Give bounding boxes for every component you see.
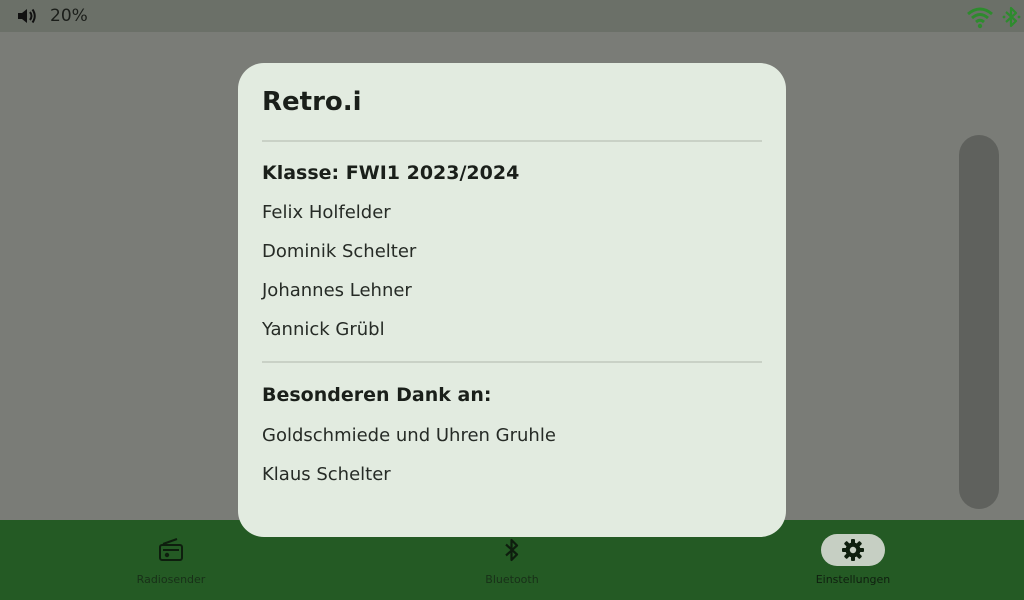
divider [262,361,762,363]
member-name: Johannes Lehner [262,280,412,301]
bluetooth-icon [1002,6,1021,28]
thanks-name: Goldschmiede und Uhren Gruhle [262,425,556,446]
nav-label-bluetooth: Bluetooth [485,573,539,586]
scrollbar[interactable] [959,135,999,509]
thanks-heading: Besonderen Dank an: [262,384,492,406]
about-dialog: Retro.i Klasse: FWI1 2023/2024 Felix Hol… [238,63,786,537]
nav-item-radiosender[interactable]: Radiosender [71,520,271,600]
status-bar: 20% [0,0,1024,32]
app-root: 20% Radiosender Bluetooth Einstellungen … [0,0,1024,600]
bluetooth-icon [505,538,519,562]
divider [262,140,762,142]
thanks-name: Klaus Schelter [262,464,391,485]
nav-item-einstellungen[interactable]: Einstellungen [753,520,953,600]
volume-icon[interactable] [16,6,38,26]
member-name: Felix Holfelder [262,202,391,223]
member-name: Dominik Schelter [262,241,417,262]
member-name: Yannick Grübl [262,319,385,340]
volume-level: 20% [50,6,88,26]
nav-label-radiosender: Radiosender [136,573,206,586]
nav-label-einstellungen: Einstellungen [815,573,891,586]
wifi-icon [967,7,993,29]
radio-icon [159,538,183,561]
class-heading: Klasse: FWI1 2023/2024 [262,162,520,184]
gear-icon [842,539,864,561]
dialog-title: Retro.i [262,87,362,117]
